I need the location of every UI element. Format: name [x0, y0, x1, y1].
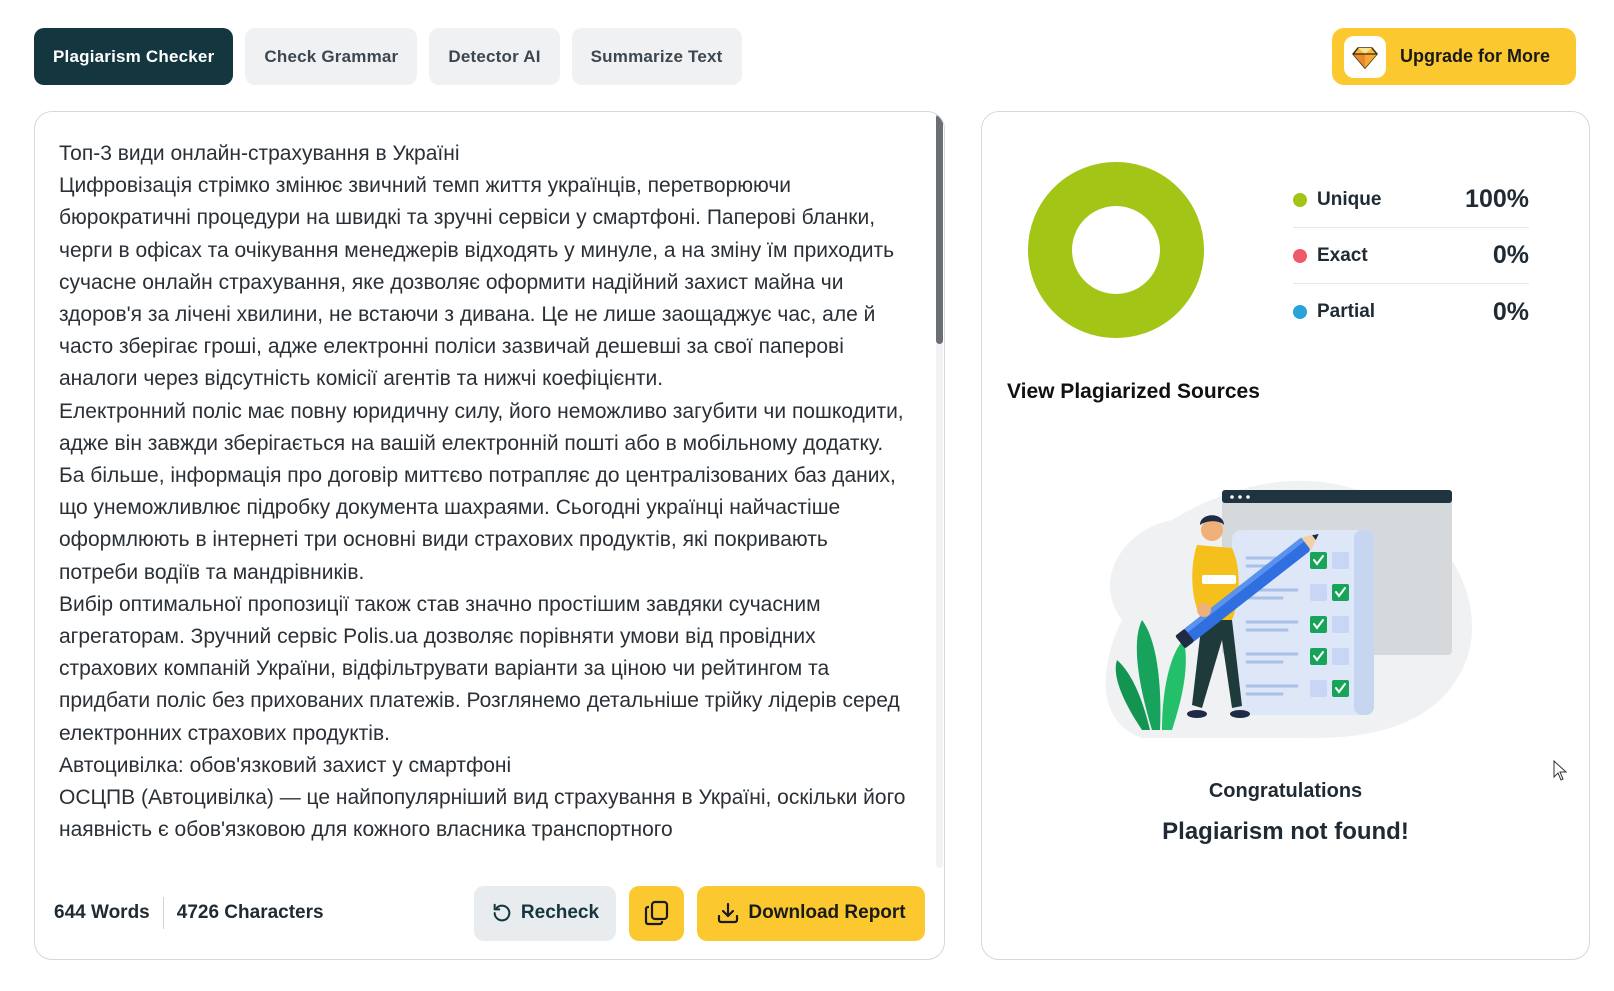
text-counts: 644 Words 4726 Characters [54, 897, 324, 929]
refresh-icon [493, 903, 511, 922]
editor-actions: Recheck Download Report [474, 885, 925, 941]
copy-icon [644, 900, 668, 926]
paragraph: Електронний поліс має повну юридичну сил… [59, 399, 904, 584]
legend-value: 0% [1492, 297, 1529, 326]
word-count: 644 Words [54, 902, 150, 923]
copy-button[interactable] [629, 885, 684, 941]
paragraph: Топ-3 види онлайн-страхування в Україні [59, 142, 460, 165]
legend-name: Exact [1317, 244, 1368, 266]
legend-exact: Exact 0% [1293, 228, 1529, 284]
originality-donut-chart [1028, 162, 1204, 338]
divider [162, 897, 164, 929]
paragraph: Автоцивілка: обов'язковий захист у смарт… [59, 753, 512, 777]
mouse-cursor-icon [1553, 760, 1568, 781]
paragraph: Вибір оптимальної пропозиції також став … [59, 592, 900, 745]
legend-value: 0% [1492, 241, 1529, 269]
text-input-area[interactable]: Топ-3 види онлайн-страхування в Україні … [59, 138, 909, 866]
tab-detector-ai[interactable]: Detector AI [429, 28, 560, 85]
recheck-label: Recheck [520, 902, 600, 923]
plagiarism-not-found-text: Plagiarism not found! [1162, 818, 1409, 845]
text-editor-panel: Топ-3 види онлайн-страхування в Україні … [34, 111, 945, 960]
view-plagiarized-sources-link[interactable]: View Plagiarized Sources [1007, 380, 1260, 404]
download-label: Download Report [748, 902, 906, 923]
upgrade-label: Upgrade for More [1400, 46, 1551, 66]
diamond-icon [1344, 35, 1386, 78]
upgrade-button[interactable]: Upgrade for More [1332, 28, 1576, 85]
legend-dot [1293, 192, 1307, 207]
legend-value: 100% [1465, 185, 1529, 213]
legend-name: Partial [1317, 301, 1376, 322]
editor-footer: 644 Words 4726 Characters Recheck Downlo… [35, 867, 944, 959]
congratulations-text: Congratulations [1208, 780, 1363, 802]
result-legend: Unique 100% Exact 0% Partial 0% [1293, 172, 1529, 340]
checklist-illustration [1105, 480, 1473, 739]
tab-check-grammar[interactable]: Check Grammar [245, 28, 418, 85]
legend-dot [1293, 248, 1307, 263]
download-icon [718, 902, 739, 924]
tab-summarize-text[interactable]: Summarize Text [571, 28, 742, 85]
recheck-button[interactable]: Recheck [474, 885, 616, 941]
tab-plagiarism-checker[interactable]: Plagiarism Checker [34, 28, 234, 85]
paragraph: Цифровізація стрімко змінює звичний темп… [59, 174, 895, 391]
paragraph: ОСЦПВ (Автоцивілка) — це найпопулярніший… [59, 786, 906, 842]
character-count: 4726 Characters [176, 902, 324, 923]
download-report-button[interactable]: Download Report [697, 885, 925, 941]
legend-name: Unique [1317, 188, 1382, 210]
donut-unique-segment [1028, 162, 1204, 338]
legend-unique: Unique 100% [1293, 172, 1529, 228]
scrollbar-thumb[interactable] [936, 114, 943, 344]
editor-scrollbar[interactable] [936, 114, 943, 868]
tool-tabs: Plagiarism Checker Check Grammar Detecto… [34, 28, 742, 85]
legend-dot [1293, 305, 1307, 319]
legend-partial: Partial 0% [1293, 284, 1529, 340]
results-panel: Unique 100% Exact 0% Partial 0% View Pla… [981, 111, 1590, 960]
